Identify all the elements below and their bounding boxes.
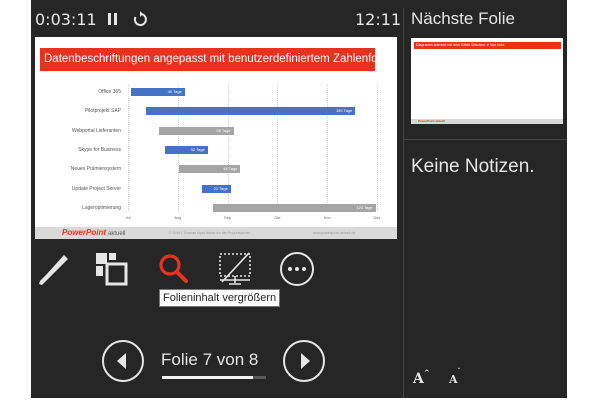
see-all-slides-icon[interactable] [91,250,129,288]
gantt-bar: 120 Tage [213,203,376,212]
x-tick-label: Jul [125,215,131,220]
bar-data-label: 21 Tage [213,185,228,191]
restart-timer-icon[interactable] [133,11,148,27]
x-tick-label: Sep [224,215,232,220]
progress-bar [162,376,266,379]
next-slide-button[interactable] [282,339,326,383]
grid-line [377,84,378,211]
progress-fill [162,376,253,379]
grid-line [128,84,129,211]
clock: 12:11 [355,10,402,29]
bar-data-label: 32 Tage [190,146,205,152]
elapsed-timer: 0:03:11 [35,10,97,29]
x-tick-label: Aug [174,215,182,220]
next-slide-heading: Nächste Folie [411,9,515,28]
notes-divider [403,139,567,140]
footer-copyright: © 2016 | Thomas Ikpot dichte für die Pro… [168,231,251,235]
next-slide-thumbnail[interactable]: Diagramm animiert mit dem Effekt Wischen… [411,38,563,124]
bar-data-label: 45 Tage [223,166,238,172]
bar-data-label: 40 Tage [167,89,182,94]
category-label: Webportal Lieferanten [71,127,121,134]
gantt-bar: 21 Tage [202,184,231,193]
zoom-icon[interactable] [154,250,192,288]
previous-slide-button[interactable] [101,339,145,383]
x-tick-label: Dez [373,215,381,220]
caret-down-icon: ˇ [457,368,461,375]
gantt-bar: 45 Tage [179,165,241,174]
x-tick-label: Okt [274,215,281,220]
gantt-bar: 40 Tage [130,88,185,96]
category-label: Neues Prämiensystem [70,166,121,173]
bar-data-label: 155 Tage [335,108,353,114]
x-tick-label: Nov [323,215,331,220]
grid-line [327,84,329,211]
footer-logo-brand: PowerPoint [62,228,107,237]
caret-up-icon: ^ [423,368,430,377]
category-label: Office 365 [98,89,121,95]
footer-url: www.powerpoint-aktuell.de [312,231,356,235]
chevron-right-icon [283,340,325,382]
next-slide-title: Diagramm animiert mit dem Effekt Wischen… [414,42,561,49]
decrease-font-button[interactable]: Aˇ [449,368,461,388]
gantt-bar: 32 Tage [164,145,208,154]
bar-data-label: 55 Tage [216,127,231,133]
slide-counter[interactable]: Folie 7 von 8 [161,350,258,370]
decrease-font-label: A [449,373,458,386]
category-label: Skype for Business [78,146,121,153]
zoom-tooltip: Folieninhalt vergrößern [159,289,281,307]
slide-footer: PowerPoint aktuell © 2016 | Thomas Ikpot … [35,227,397,239]
slide-title: Datenbeschriftungen angepasst mit benutz… [40,48,375,71]
category-label: Lageroptimierung [82,204,121,211]
pen-icon[interactable] [35,250,73,288]
category-label: Pilotprojekt SAP [84,108,121,115]
footer-logo-suffix: aktuell [108,231,126,237]
increase-font-label: A [413,371,424,387]
current-slide[interactable]: Datenbeschriftungen angepasst mit benutz… [35,37,397,239]
speaker-notes: Keine Notizen. [411,156,535,177]
category-label: Update Project Server [71,185,121,192]
pause-icon[interactable] [107,12,119,26]
black-screen-icon[interactable] [216,250,254,288]
presenter-view: 0:03:11 12:11 Nächste Folie Datenbeschri… [31,0,567,398]
more-options-icon[interactable] [278,250,316,288]
grid-line [277,84,279,211]
bar-data-label: 120 Tage [356,204,373,210]
chevron-left-icon [102,340,144,382]
next-slide-footer: PowerPoint aktuell [411,119,563,124]
pane-divider [403,8,404,398]
increase-font-button[interactable]: A^ [413,368,430,388]
footer-logo: PowerPoint aktuell [62,228,125,237]
gantt-bar: 155 Tage [145,107,356,116]
next-slide-logo: PowerPoint aktuell [418,119,445,123]
gantt-bar: 55 Tage [159,126,234,135]
